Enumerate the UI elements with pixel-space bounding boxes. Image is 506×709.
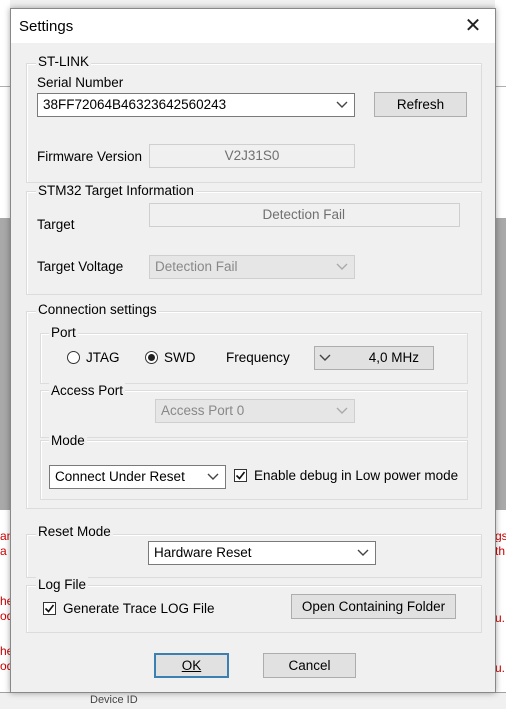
firmware-version-field: V2J31S0 (149, 144, 355, 168)
connection-settings-group-label: Connection settings (36, 302, 159, 317)
target-voltage-value: Detection Fail (155, 259, 238, 274)
reset-mode-dropdown[interactable]: Hardware Reset (148, 541, 376, 565)
radio-selected-dot (148, 354, 155, 361)
serial-number-dropdown[interactable]: 38FF72064B46323642560243 (37, 93, 355, 117)
swd-label: SWD (164, 350, 196, 365)
chevron-down-icon (357, 542, 369, 564)
checkmark-icon (235, 471, 246, 480)
background-line (495, 86, 506, 87)
chevron-down-icon (336, 94, 348, 116)
stlink-group-label: ST-LINK (36, 54, 92, 69)
firmware-version-label: Firmware Version (37, 149, 143, 164)
low-power-label: Enable debug in Low power mode (254, 468, 459, 483)
frequency-value: 4,0 MHz (368, 350, 419, 365)
background-text: od (0, 660, 10, 672)
background-text: od (0, 610, 10, 622)
serial-number-value: 38FF72064B46323642560243 (43, 97, 227, 112)
frequency-dropdown[interactable]: 4,0 MHz (314, 346, 434, 370)
ok-button[interactable]: OK (154, 653, 229, 678)
background-text: th (495, 545, 506, 557)
chevron-down-icon (207, 466, 219, 488)
access-port-group-label: Access Port (49, 383, 126, 398)
background-panel (0, 218, 10, 510)
target-info-group-label: STM32 Target Information (36, 183, 196, 198)
settings-dialog: Settings ✕ ST-LINK Serial Number 38FF720… (10, 8, 496, 693)
mode-group-label: Mode (49, 433, 87, 448)
log-file-group-label: Log File (36, 577, 89, 592)
ok-label: OK (181, 658, 202, 673)
access-port-dropdown: Access Port 0 (155, 399, 355, 423)
background-text: u. (495, 662, 506, 674)
target-field: Detection Fail (149, 203, 460, 227)
serial-number-label: Serial Number (37, 75, 124, 90)
target-label: Target (37, 217, 75, 232)
swd-radio[interactable] (145, 351, 158, 364)
chevron-down-icon (319, 347, 331, 369)
background-line (0, 86, 10, 87)
refresh-button[interactable]: Refresh (374, 92, 467, 117)
background-text: an (0, 530, 10, 542)
target-voltage-dropdown: Detection Fail (149, 255, 355, 279)
background-status-bar: Device ID (0, 692, 506, 709)
close-button[interactable]: ✕ (451, 9, 495, 43)
background-text: he (0, 595, 10, 607)
jtag-label: JTAG (86, 350, 120, 365)
target-voltage-label: Target Voltage (37, 259, 124, 274)
background-text: gs (495, 530, 506, 542)
port-group-label: Port (49, 325, 78, 340)
chevron-down-icon (336, 256, 348, 278)
background-app-right: gs th u. u. (495, 0, 506, 708)
cancel-button[interactable]: Cancel (263, 653, 356, 678)
frequency-label: Frequency (226, 350, 290, 365)
open-folder-button[interactable]: Open Containing Folder (291, 594, 456, 619)
chevron-down-icon (336, 400, 348, 422)
reset-mode-group-label: Reset Mode (36, 524, 113, 539)
mode-value: Connect Under Reset (55, 469, 185, 484)
reset-mode-value: Hardware Reset (154, 545, 252, 560)
window-title: Settings (19, 18, 74, 35)
background-text: he (0, 645, 10, 657)
mode-dropdown[interactable]: Connect Under Reset (49, 465, 226, 489)
title-bar: Settings ✕ (11, 9, 495, 43)
access-port-value: Access Port 0 (161, 403, 245, 418)
trace-log-label: Generate Trace LOG File (63, 601, 215, 616)
background-text: Device ID (90, 694, 138, 706)
checkmark-icon (44, 604, 55, 613)
background-app-left: an a l he od he od (0, 0, 10, 708)
background-panel (495, 218, 506, 510)
background-text: a l (0, 545, 10, 557)
low-power-checkbox[interactable] (234, 469, 247, 482)
background-text: u. (495, 612, 506, 624)
trace-log-checkbox[interactable] (43, 602, 56, 615)
jtag-radio[interactable] (67, 351, 80, 364)
